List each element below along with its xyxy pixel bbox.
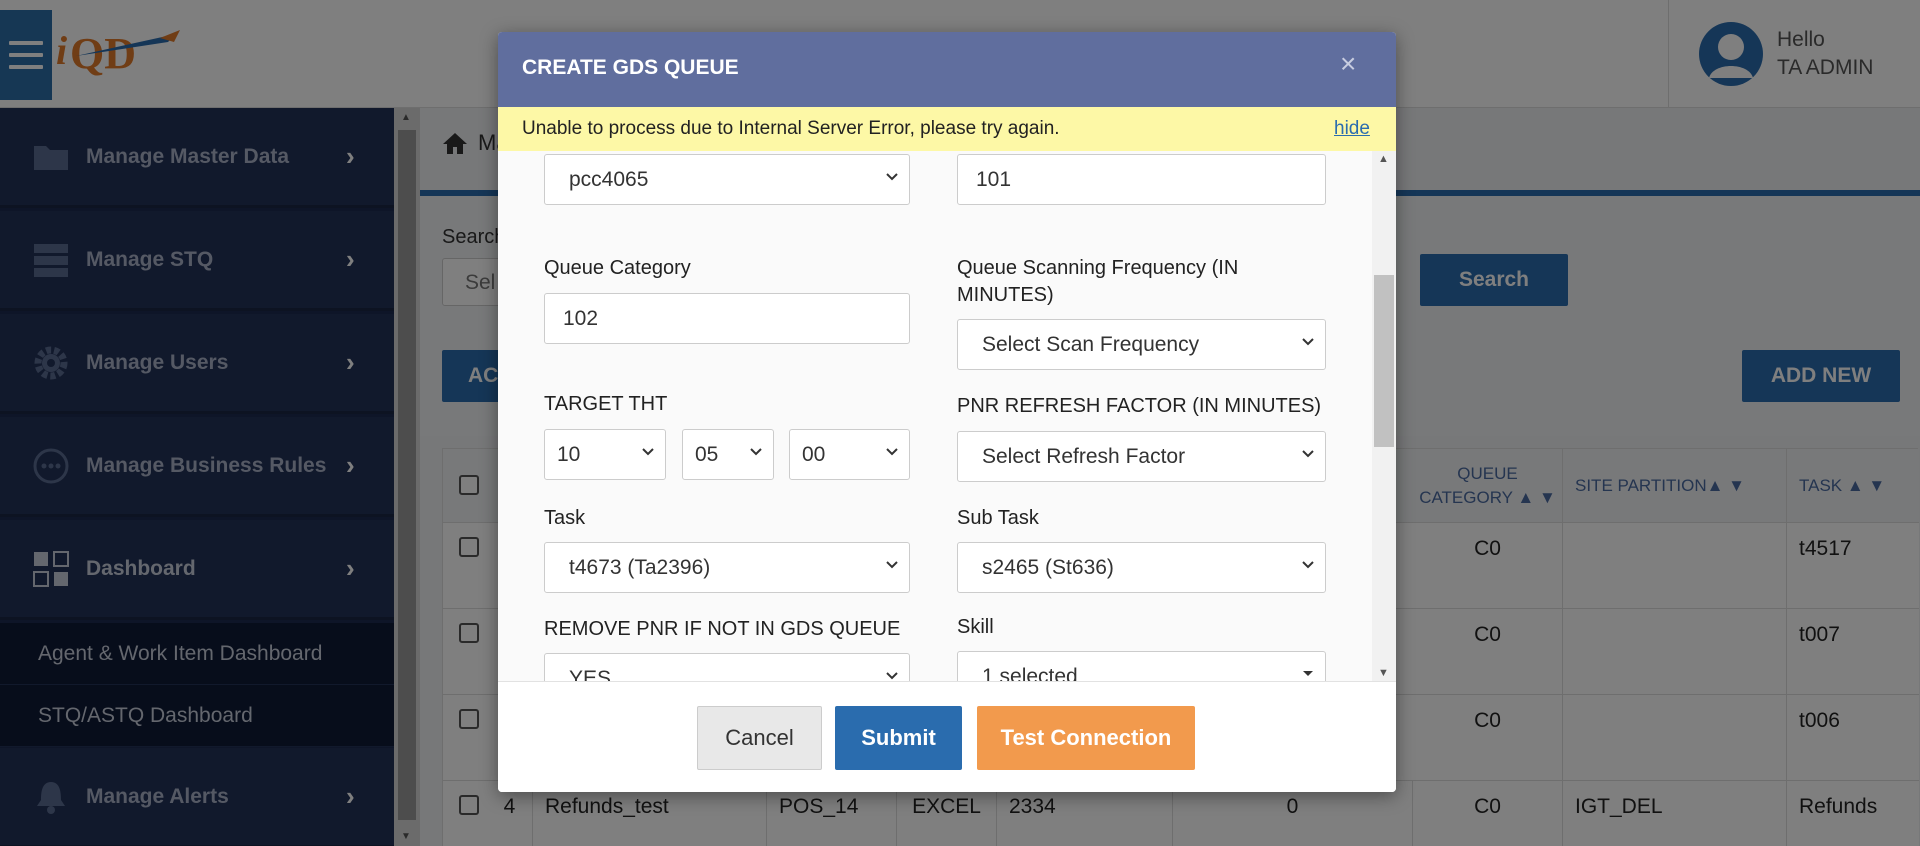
chevron-down-icon xyxy=(886,448,898,456)
modal-header: CREATE GDS QUEUE × xyxy=(498,32,1396,107)
remove-pnr-label: REMOVE PNR IF NOT IN GDS QUEUE xyxy=(544,618,901,640)
skill-multiselect[interactable]: 1 selected xyxy=(957,651,1326,681)
chevron-down-icon xyxy=(886,173,898,181)
scan-frequency-label: Queue Scanning Frequency (IN MINUTES) xyxy=(957,257,1239,306)
chevron-down-icon xyxy=(886,672,898,680)
alert-message: Unable to process due to Internal Server… xyxy=(522,118,1060,139)
cancel-button[interactable]: Cancel xyxy=(697,706,822,770)
task-select-value: t4673 (Ta2396) xyxy=(569,556,711,579)
task-label: Task xyxy=(544,507,586,529)
remove-pnr-value: YES xyxy=(569,667,612,681)
pcc-select[interactable]: pcc4065 xyxy=(544,154,910,205)
skill-label: Skill xyxy=(957,616,994,638)
tht-hours-select[interactable]: 10 xyxy=(544,429,666,480)
remove-pnr-select[interactable]: YES xyxy=(544,653,910,681)
chevron-down-icon xyxy=(750,448,762,456)
scrollbar-thumb[interactable] xyxy=(1374,275,1394,447)
modal-body[interactable]: pcc4065 101 Queue Category 102 Queue Sca… xyxy=(498,151,1396,681)
skill-multiselect-value: 1 selected xyxy=(982,665,1078,681)
scan-frequency-select[interactable]: Select Scan Frequency xyxy=(957,319,1326,370)
queue-number-input[interactable]: 101 xyxy=(957,154,1326,205)
tht-minutes-value: 05 xyxy=(695,443,719,466)
error-alert: Unable to process due to Internal Server… xyxy=(498,107,1396,151)
pnr-refresh-label: PNR REFRESH FACTOR (IN MINUTES) xyxy=(957,395,1322,417)
modal-title: CREATE GDS QUEUE xyxy=(522,56,739,79)
modal-footer: Cancel Submit Test Connection xyxy=(498,681,1396,792)
tht-seconds-select[interactable]: 00 xyxy=(789,429,910,480)
tht-minutes-select[interactable]: 05 xyxy=(682,429,774,480)
test-connection-button[interactable]: Test Connection xyxy=(977,706,1195,770)
close-icon[interactable]: × xyxy=(1340,48,1356,80)
chevron-down-icon xyxy=(1302,561,1314,569)
app-root: i QD Hello TA ADMIN Manage Master Data › xyxy=(0,0,1920,846)
subtask-label: Sub Task xyxy=(957,507,1039,529)
chevron-down-icon xyxy=(886,561,898,569)
alert-hide-link[interactable]: hide xyxy=(1334,118,1370,140)
queue-category-input[interactable]: 102 xyxy=(544,293,910,344)
queue-category-label: Queue Category xyxy=(544,257,691,279)
create-gds-queue-modal: CREATE GDS QUEUE × Unable to process due… xyxy=(498,32,1396,792)
modal-body-scrollbar[interactable]: ▲ ▼ xyxy=(1372,151,1396,681)
chevron-down-icon xyxy=(1302,338,1314,346)
scroll-down-arrow-icon[interactable]: ▼ xyxy=(1378,667,1389,679)
scan-frequency-value: Select Scan Frequency xyxy=(982,333,1200,356)
task-select[interactable]: t4673 (Ta2396) xyxy=(544,542,910,593)
chevron-down-icon xyxy=(642,448,654,456)
tht-hours-value: 10 xyxy=(557,443,581,466)
submit-button[interactable]: Submit xyxy=(835,706,962,770)
caret-down-icon xyxy=(1303,671,1313,676)
target-tht-label: TARGET THT xyxy=(544,393,668,415)
pnr-refresh-select[interactable]: Select Refresh Factor xyxy=(957,431,1326,482)
tht-seconds-value: 00 xyxy=(802,443,826,466)
pnr-refresh-value: Select Refresh Factor xyxy=(982,445,1186,468)
scroll-up-arrow-icon[interactable]: ▲ xyxy=(1378,153,1389,165)
subtask-select-value: s2465 (St636) xyxy=(982,556,1114,579)
chevron-down-icon xyxy=(1302,450,1314,458)
subtask-select[interactable]: s2465 (St636) xyxy=(957,542,1326,593)
pcc-select-value: pcc4065 xyxy=(569,168,649,191)
